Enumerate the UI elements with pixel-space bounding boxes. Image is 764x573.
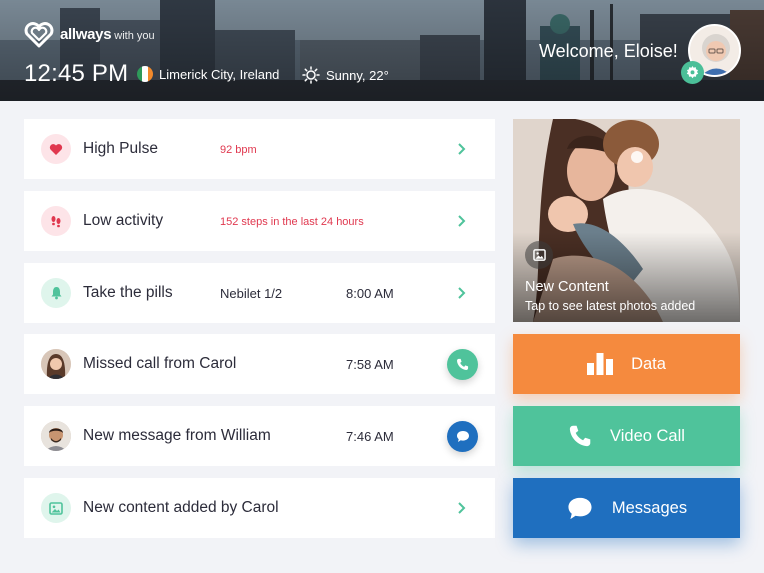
notification-high-pulse[interactable]: High Pulse 92 bpm	[24, 119, 495, 179]
brand-name: allways	[60, 26, 112, 43]
notification-time: 7:46 AM	[346, 429, 394, 444]
bar-chart-icon	[587, 353, 614, 375]
ireland-flag-icon	[137, 66, 153, 82]
notification-new-content[interactable]: New content added by Carol	[24, 478, 495, 538]
notification-detail: 152 steps in the last 24 hours	[220, 216, 364, 228]
call-back-button[interactable]	[447, 349, 478, 380]
notification-title: Low activity	[83, 212, 164, 229]
data-button-label: Data	[631, 354, 666, 373]
welcome-message: Welcome, Eloise!	[539, 41, 678, 61]
messages-button-label: Messages	[611, 498, 688, 517]
chevron-right-icon	[458, 215, 466, 227]
notification-time: 7:58 AM	[346, 357, 394, 372]
location: Limerick City, Ireland	[137, 66, 279, 82]
brand-suffix: with you	[114, 30, 155, 42]
heart-icon	[41, 134, 71, 164]
gear-icon	[686, 66, 699, 79]
notification-time: 8:00 AM	[346, 286, 394, 301]
phone-icon	[569, 425, 591, 447]
medication-name: Nebilet 1/2	[220, 286, 283, 301]
chevron-right-icon	[458, 287, 466, 299]
bell-icon	[41, 278, 71, 308]
chat-bubble-icon	[568, 497, 592, 519]
weather: Sunny, 22°	[302, 66, 389, 84]
notification-title: Take the pills	[83, 284, 173, 301]
image-icon	[41, 493, 71, 523]
video-call-button-label: Video Call	[610, 426, 685, 445]
william-avatar	[41, 421, 71, 451]
video-call-button[interactable]: Video Call	[513, 406, 740, 466]
location-label: Limerick City, Ireland	[159, 66, 280, 82]
sun-icon	[302, 66, 320, 84]
notification-title: New message from William	[83, 427, 271, 444]
settings-button[interactable]	[681, 61, 704, 84]
new-content-photo-tile[interactable]: New Content Tap to see latest photos add…	[513, 119, 740, 322]
chat-bubble-icon	[456, 431, 469, 442]
notification-title: High Pulse	[83, 140, 158, 157]
notification-title: Missed call from Carol	[83, 355, 237, 372]
notification-title: New content added by Carol	[83, 499, 279, 516]
notification-detail: 92 bpm	[220, 144, 257, 156]
weather-label: Sunny, 22°	[326, 67, 389, 83]
heart-logo-icon	[24, 22, 54, 48]
chevron-right-icon	[458, 143, 466, 155]
clock-time: 12:45 PM	[24, 60, 129, 87]
data-button[interactable]: Data	[513, 334, 740, 394]
header-bar: allways with you 12:45 PM Limerick City, …	[0, 0, 764, 101]
chevron-right-icon	[458, 502, 466, 514]
carol-avatar	[41, 349, 71, 379]
photo-tile-subtitle: Tap to see latest photos added	[525, 299, 696, 313]
messages-button[interactable]: Messages	[513, 478, 740, 538]
gallery-icon	[525, 241, 553, 269]
notification-take-pills[interactable]: Take the pills Nebilet 1/2 8:00 AM	[24, 263, 495, 323]
notification-low-activity[interactable]: Low activity 152 steps in the last 24 ho…	[24, 191, 495, 251]
photo-tile-title: New Content	[525, 279, 609, 295]
phone-icon	[457, 358, 469, 370]
brand-logo: allways with you	[24, 22, 155, 48]
notification-new-message[interactable]: New message from William 7:46 AM	[24, 406, 495, 466]
reply-message-button[interactable]	[447, 421, 478, 452]
footsteps-icon	[41, 206, 71, 236]
notification-missed-call[interactable]: Missed call from Carol 7:58 AM	[24, 334, 495, 394]
